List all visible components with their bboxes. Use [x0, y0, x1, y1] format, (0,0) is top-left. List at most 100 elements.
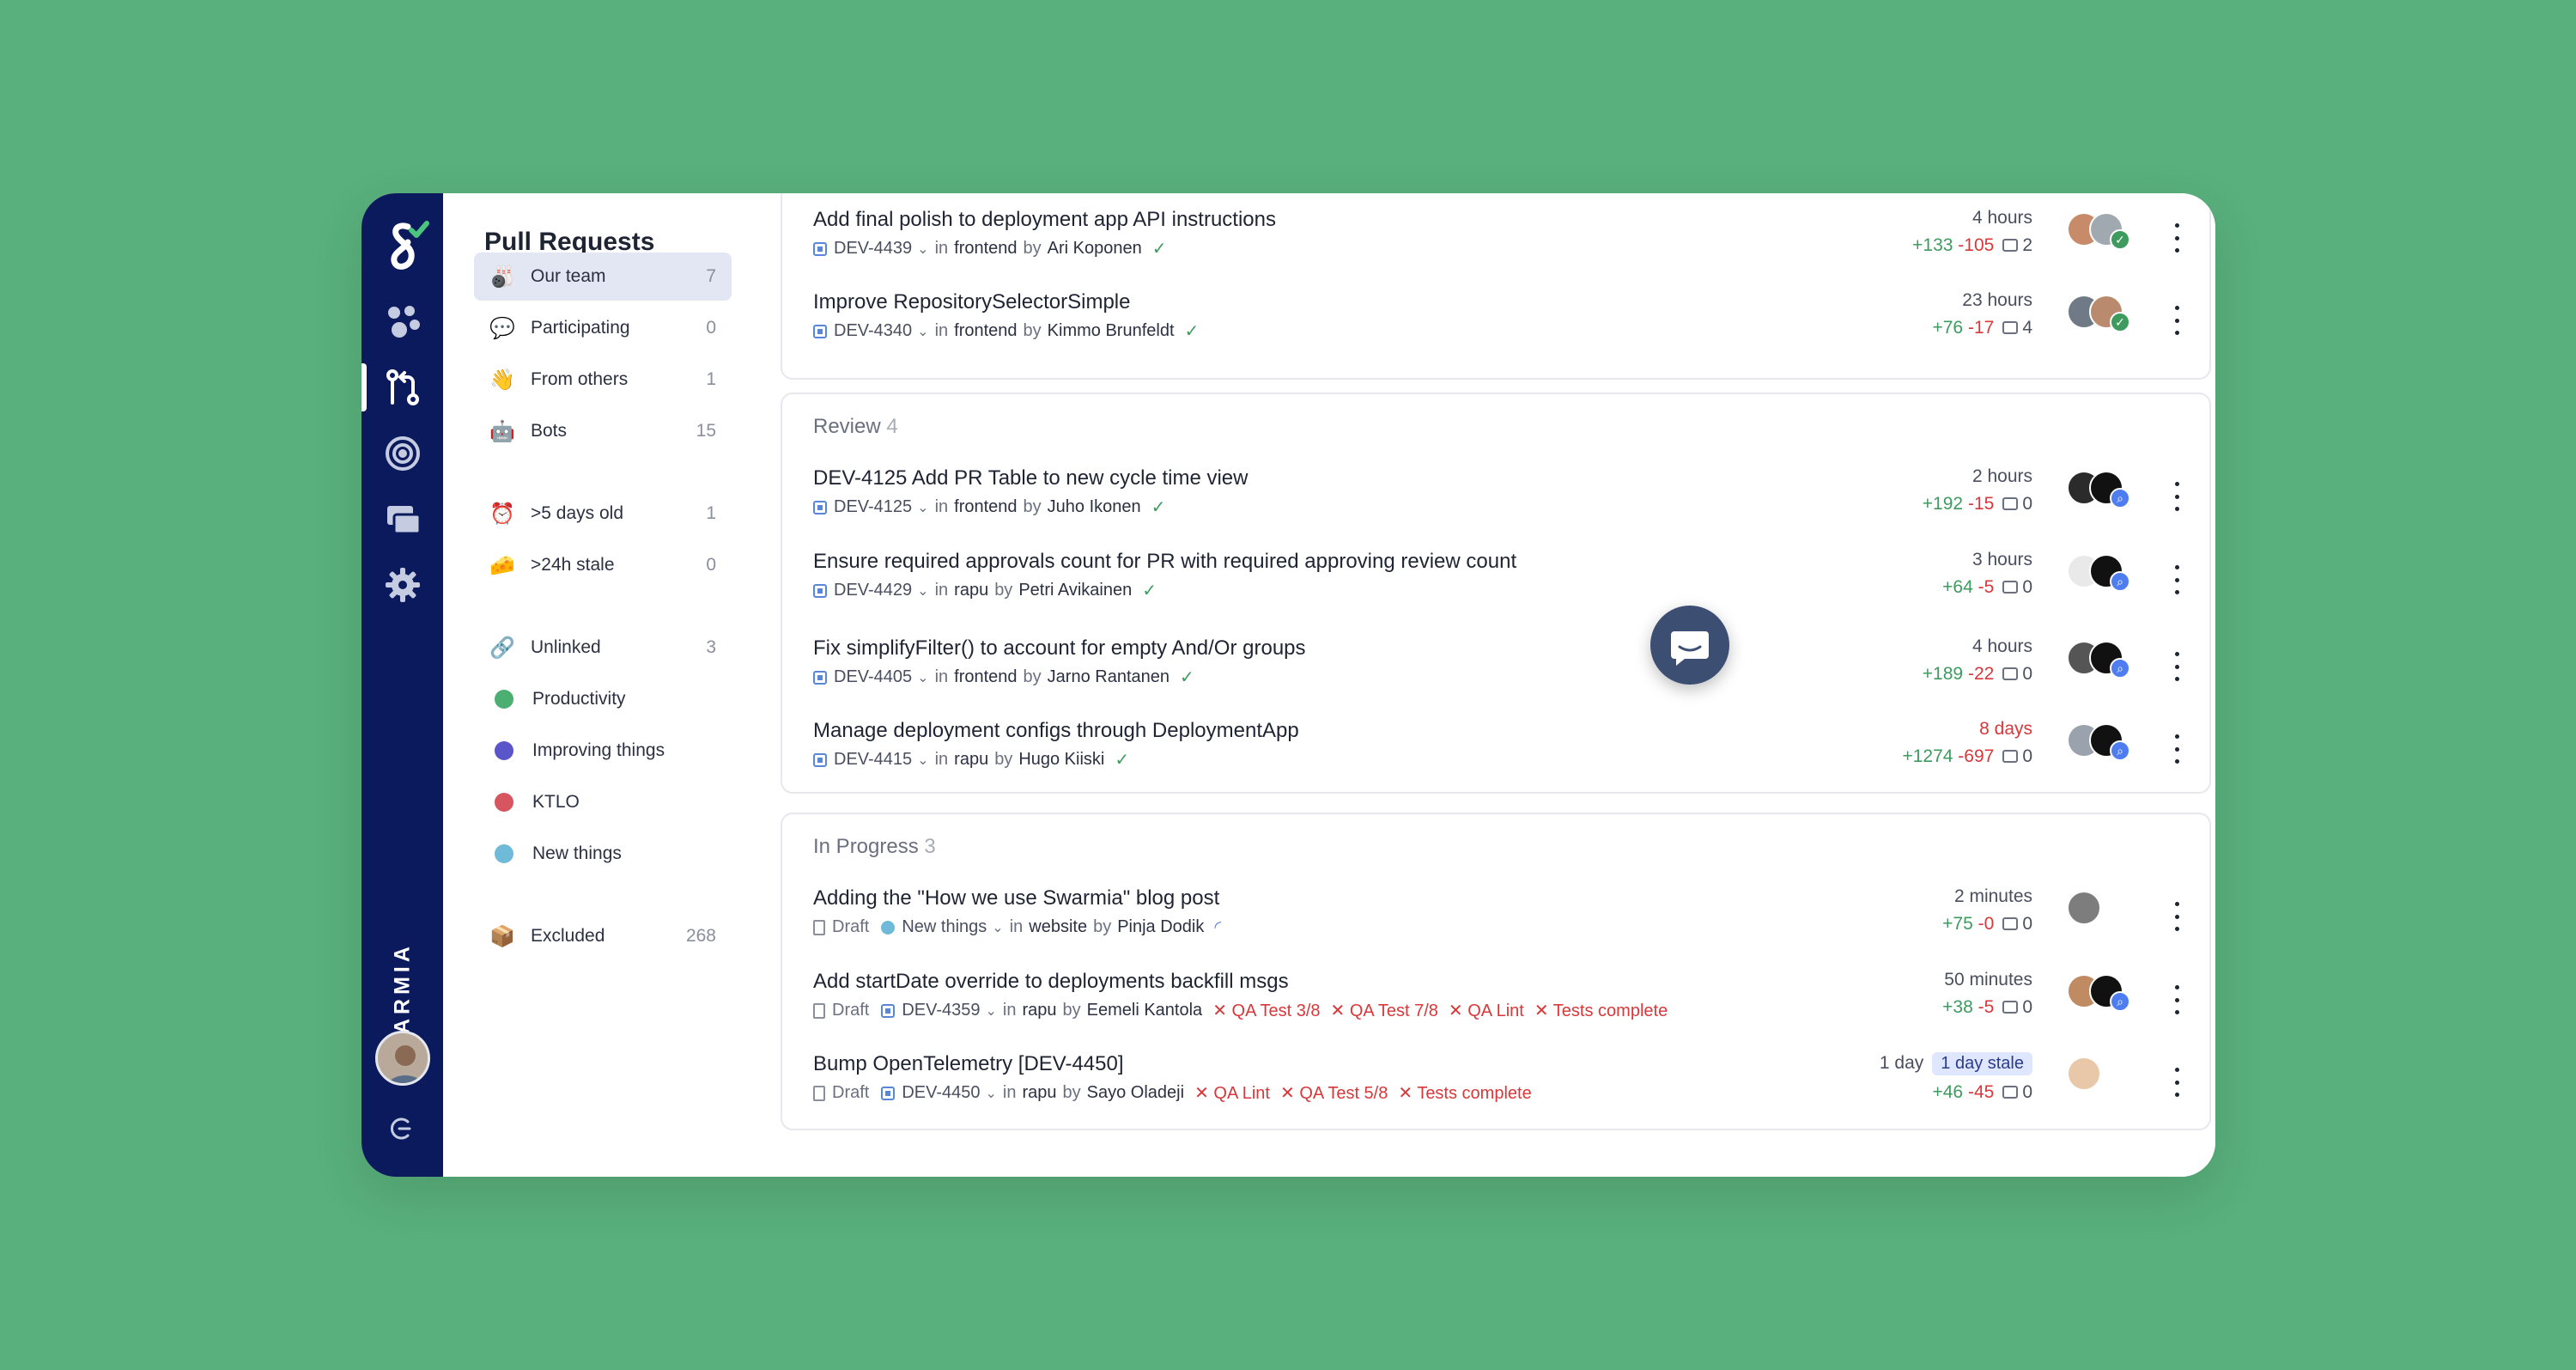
repo-name[interactable]: rapu — [1023, 1001, 1057, 1020]
paw-icon[interactable] — [380, 299, 425, 344]
pr-diff-stats: +64 -5 0 — [1942, 577, 2032, 598]
filter-icon: 💬 — [489, 316, 515, 340]
author-name[interactable]: Ari Koponen — [1048, 239, 1142, 259]
sidebar-item[interactable]: 📦 Excluded 268 — [474, 912, 732, 960]
target-icon[interactable] — [380, 431, 425, 476]
more-options-icon[interactable] — [2166, 479, 2187, 514]
author-name[interactable]: Jarno Rantanen — [1048, 667, 1170, 687]
issue-key-dropdown[interactable]: New things ⌄ — [881, 917, 1004, 937]
more-options-icon[interactable] — [2166, 732, 2187, 766]
pr-row[interactable]: Add startDate override to deployments ba… — [813, 970, 2196, 1038]
sidebar-item[interactable]: ⏰ >5 days old 1 — [474, 490, 732, 538]
comment-count: 0 — [2002, 577, 2032, 597]
failed-check[interactable]: ✕ QA Test 7/8 — [1331, 1000, 1438, 1021]
sidebar-item[interactable]: 🧀 >24h stale 0 — [474, 541, 732, 589]
repo-name[interactable]: frontend — [954, 667, 1017, 687]
pr-row[interactable]: Fix simplifyFilter() to account for empt… — [813, 636, 2196, 705]
author-name[interactable]: Hugo Kiiski — [1018, 750, 1104, 770]
pr-title[interactable]: Add startDate override to deployments ba… — [813, 970, 1289, 994]
reviewer-avatar[interactable] — [2067, 891, 2101, 925]
reviewer-avatar[interactable] — [2067, 1056, 2101, 1091]
issue-key-dropdown[interactable]: DEV-4359 ⌄ — [881, 1001, 997, 1020]
pr-title[interactable]: Fix simplifyFilter() to account for empt… — [813, 636, 1306, 661]
more-options-icon[interactable] — [2166, 649, 2187, 684]
repo-name[interactable]: rapu — [1023, 1083, 1057, 1103]
repo-name[interactable]: frontend — [954, 239, 1017, 259]
more-options-icon[interactable] — [2166, 221, 2187, 255]
sidebar-item[interactable]: 👋 From others 1 — [474, 356, 732, 404]
issue-key-dropdown[interactable]: DEV-4450 ⌄ — [881, 1083, 997, 1103]
sidebar-item-label: >5 days old — [531, 503, 623, 523]
logout-icon[interactable] — [387, 1114, 416, 1143]
issue-key-dropdown[interactable]: DEV-4405 ⌄ — [813, 667, 929, 687]
failed-check[interactable]: ✕ Tests complete — [1534, 1000, 1668, 1021]
repo-name[interactable]: frontend — [954, 497, 1017, 517]
swarmia-logo-icon[interactable] — [379, 215, 430, 275]
jira-issue-icon — [813, 583, 827, 598]
pr-list: Add final polish to deployment app API i… — [752, 193, 2215, 1177]
issue-key-dropdown[interactable]: DEV-4429 ⌄ — [813, 581, 929, 600]
pr-title[interactable]: Ensure required approvals count for PR w… — [813, 550, 1516, 574]
sidebar-item-label: Excluded — [531, 926, 605, 946]
failed-check[interactable]: ✕ QA Lint — [1194, 1082, 1270, 1104]
pr-title[interactable]: DEV-4125 Add PR Table to new cycle time … — [813, 466, 1248, 490]
in-label: in — [934, 239, 949, 258]
author-name[interactable]: Eemeli Kantola — [1087, 1001, 1203, 1020]
sidebar-item[interactable]: 💬 Participating 0 — [474, 304, 732, 352]
author-name[interactable]: Pinja Dodik — [1117, 917, 1204, 937]
repo-name[interactable]: rapu — [954, 750, 988, 770]
pr-row[interactable]: Adding the "How we use Swarmia" blog pos… — [813, 886, 2196, 955]
issue-key-dropdown[interactable]: DEV-4340 ⌄ — [813, 321, 929, 341]
sidebar-item[interactable]: 🔗 Unlinked 3 — [474, 624, 732, 672]
issue-key-dropdown[interactable]: DEV-4125 ⌄ — [813, 497, 929, 517]
repo-name[interactable]: rapu — [954, 581, 988, 600]
sidebar-item[interactable]: Productivity — [474, 675, 732, 723]
more-options-icon[interactable] — [2166, 1065, 2187, 1099]
pr-row[interactable]: Add final polish to deployment app API i… — [813, 208, 2196, 277]
repo-name[interactable]: website — [1029, 917, 1087, 937]
pr-right-info: 4 hours +133 -105 2 — [1912, 208, 2032, 256]
sidebar-item[interactable]: New things — [474, 830, 732, 878]
author-name[interactable]: Sayo Oladeji — [1087, 1083, 1184, 1103]
author-name[interactable]: Kimmo Brunfeldt — [1048, 321, 1175, 341]
pr-row[interactable]: Improve RepositorySelectorSimple DEV-4340… — [813, 290, 2196, 359]
failed-check[interactable]: ✕ QA Lint — [1449, 1000, 1524, 1021]
issue-key-dropdown[interactable]: DEV-4439 ⌄ — [813, 239, 929, 259]
pr-title[interactable]: Bump OpenTelemetry [DEV-4450] — [813, 1052, 1124, 1076]
pr-row[interactable]: DEV-4125 Add PR Table to new cycle time … — [813, 466, 2196, 535]
failed-check[interactable]: ✕ QA Test 5/8 — [1280, 1082, 1388, 1104]
user-avatar[interactable] — [375, 1031, 430, 1086]
repo-name[interactable]: frontend — [954, 321, 1017, 341]
more-options-icon[interactable] — [2166, 983, 2187, 1017]
pr-right-info: 8 days +1274 -697 0 — [1902, 719, 2032, 767]
sidebar-item-label: Bots — [531, 421, 568, 441]
cards-icon[interactable] — [380, 497, 425, 542]
more-options-icon[interactable] — [2166, 899, 2187, 934]
category-dot-icon — [495, 690, 513, 709]
sidebar-item[interactable]: 🎳 Our team 7 — [474, 253, 732, 301]
more-options-icon[interactable] — [2166, 303, 2187, 338]
pr-row[interactable]: Bump OpenTelemetry [DEV-4450] Draft DEV-44… — [813, 1052, 2196, 1121]
sidebar-item[interactable]: 🤖 Bots 15 — [474, 407, 732, 455]
pr-filter-sidebar: Pull Requests 🎳 Our team 7 💬 Participating 0 👋… — [443, 193, 752, 1177]
issue-key-dropdown[interactable]: DEV-4415 ⌄ — [813, 750, 929, 770]
pr-title[interactable]: Adding the "How we use Swarmia" blog pos… — [813, 886, 1219, 910]
pr-right-info: 2 minutes +75 -0 0 — [1942, 886, 2032, 935]
author-name[interactable]: Petri Avikainen — [1018, 581, 1132, 600]
pull-request-icon[interactable] — [380, 365, 425, 410]
chat-launcher-button[interactable] — [1650, 606, 1729, 685]
author-name[interactable]: Juho Ikonen — [1048, 497, 1141, 517]
pr-title[interactable]: Add final polish to deployment app API i… — [813, 208, 1276, 232]
sidebar-item[interactable]: KTLO — [474, 778, 732, 826]
pr-title[interactable]: Manage deployment configs through Deploy… — [813, 719, 1299, 743]
pr-title[interactable]: Improve RepositorySelectorSimple — [813, 290, 1130, 314]
failed-check[interactable]: ✕ QA Test 3/8 — [1212, 1000, 1320, 1021]
more-options-icon[interactable] — [2166, 563, 2187, 597]
draft-icon — [813, 919, 825, 935]
pr-row[interactable]: Manage deployment configs through Deploy… — [813, 719, 2196, 788]
settings-gear-icon[interactable] — [380, 563, 425, 607]
draft-icon — [813, 1002, 825, 1019]
failed-check[interactable]: ✕ Tests complete — [1398, 1082, 1531, 1104]
pr-row[interactable]: Ensure required approvals count for PR w… — [813, 550, 2196, 618]
sidebar-item[interactable]: Improving things — [474, 727, 732, 775]
